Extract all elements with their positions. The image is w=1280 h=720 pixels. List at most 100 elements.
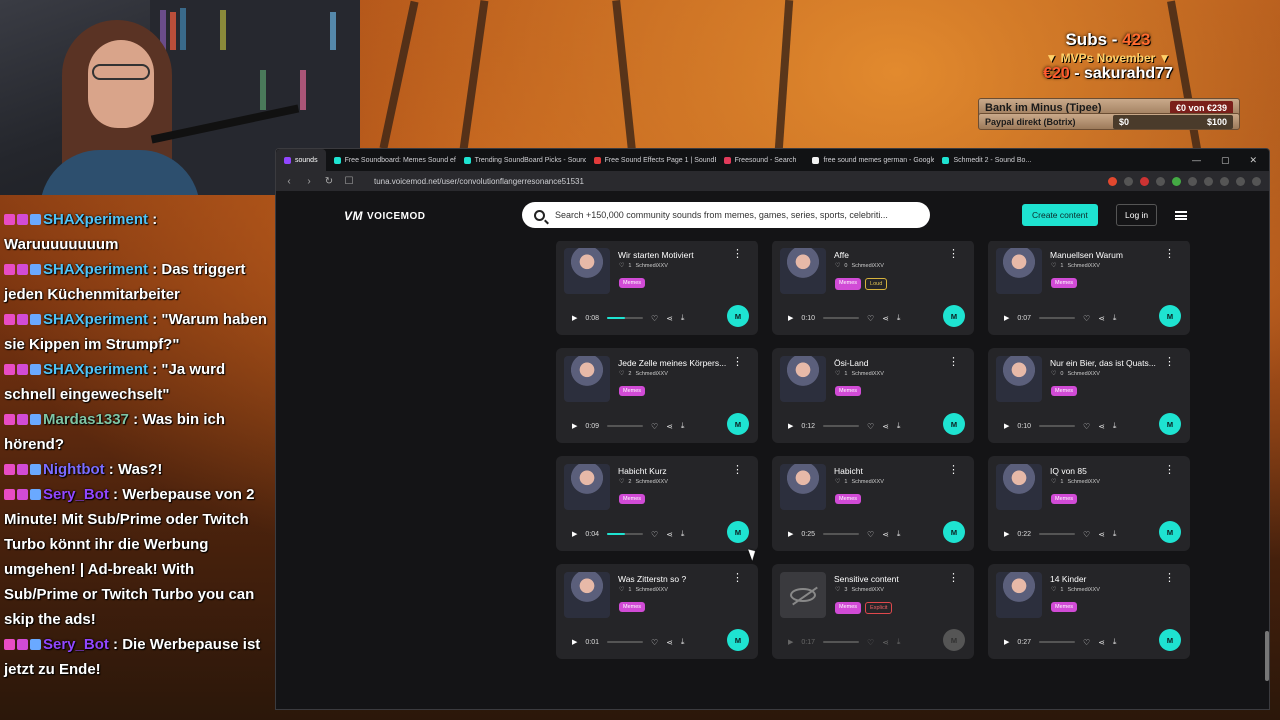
play-icon[interactable]: ▶ [572, 314, 577, 322]
more-options-icon[interactable]: ⋮ [1164, 357, 1175, 368]
sound-thumbnail[interactable] [564, 356, 610, 402]
share-icon[interactable]: ⋖ [882, 422, 889, 431]
tag-badge[interactable]: Explicit [865, 602, 893, 614]
more-options-icon[interactable]: ⋮ [948, 465, 959, 476]
chat-username[interactable]: SHAXperiment [43, 311, 148, 328]
heart-icon[interactable]: ♡ [1083, 638, 1090, 647]
sound-thumbnail[interactable] [780, 356, 826, 402]
browser-tab[interactable]: Trending SoundBoard Picks - SoundB [456, 149, 586, 171]
more-options-icon[interactable]: ⋮ [1164, 465, 1175, 476]
browser-tab[interactable]: Free Sound Effects Page 1 | SoundBi [586, 149, 716, 171]
sound-thumbnail[interactable] [564, 572, 610, 618]
author-name[interactable]: SchmediXXV [635, 479, 667, 485]
extension-icon[interactable] [1172, 176, 1181, 186]
extension-icon[interactable] [1236, 176, 1245, 186]
sound-thumbnail[interactable] [996, 464, 1042, 510]
play-on-voicemod-button[interactable]: ᴍ [943, 413, 965, 435]
sound-title[interactable]: IQ von 85 [1050, 466, 1162, 476]
chat-username[interactable]: SHAXperiment [43, 361, 148, 378]
sound-thumbnail[interactable] [996, 248, 1042, 294]
tag-badge[interactable]: Memes [619, 494, 646, 504]
chat-username[interactable]: SHAXperiment [43, 211, 148, 228]
download-icon[interactable]: ⤓ [1113, 637, 1117, 647]
progress-track[interactable] [607, 533, 644, 535]
tag-badge[interactable]: Loud [865, 278, 888, 290]
minimize-icon[interactable]: — [1192, 155, 1201, 166]
sound-card[interactable]: Habicht ♡ 1 SchmediXXV Memes ⋮ ▶ 0:25 ♡ ⋖ ⤓ ᴍ [772, 456, 974, 551]
download-icon[interactable]: ⤓ [681, 421, 685, 431]
sound-thumbnail[interactable] [996, 356, 1042, 402]
sound-thumbnail[interactable] [996, 572, 1042, 618]
bookmark-icon[interactable]: ☐ [344, 176, 354, 187]
play-on-voicemod-button[interactable]: ᴍ [943, 521, 965, 543]
more-options-icon[interactable]: ⋮ [948, 357, 959, 368]
voicemod-logo[interactable]: VM VOICEMOD [344, 209, 425, 223]
share-icon[interactable]: ⋖ [882, 314, 889, 323]
author-name[interactable]: SchmediXXV [851, 263, 883, 269]
tag-badge[interactable]: Memes [835, 602, 862, 614]
extension-icon[interactable] [1204, 176, 1213, 186]
share-icon[interactable]: ⋖ [666, 530, 673, 539]
menu-icon[interactable] [1175, 211, 1187, 220]
heart-icon[interactable]: ♡ [1083, 530, 1090, 539]
author-name[interactable]: SchmediXXV [1067, 479, 1099, 485]
play-on-voicemod-button[interactable]: ᴍ [727, 413, 749, 435]
progress-track[interactable] [823, 317, 860, 319]
download-icon[interactable]: ⤓ [681, 529, 685, 539]
browser-tab[interactable]: Freesound - Search [716, 149, 805, 171]
progress-track[interactable] [1039, 425, 1076, 427]
sound-thumbnail[interactable] [780, 248, 826, 294]
extension-icon[interactable] [1220, 176, 1229, 186]
browser-tab[interactable]: Schmedit 2 - Sound Bo... [934, 149, 1039, 171]
sound-thumbnail[interactable] [564, 248, 610, 294]
sound-title[interactable]: Ösi-Land [834, 358, 946, 368]
back-icon[interactable]: ‹ [284, 176, 294, 187]
play-icon[interactable]: ▶ [788, 530, 793, 538]
tag-badge[interactable]: Memes [1051, 386, 1078, 396]
heart-icon[interactable]: ♡ [651, 530, 658, 539]
sound-title[interactable]: Nur ein Bier, das ist Quats... [1050, 358, 1162, 368]
share-icon[interactable]: ⋖ [882, 530, 889, 539]
play-icon[interactable]: ▶ [572, 638, 577, 646]
progress-track[interactable] [607, 641, 644, 643]
search-input[interactable] [555, 210, 915, 220]
download-icon[interactable]: ⤓ [681, 637, 685, 647]
sound-title[interactable]: Affe [834, 250, 946, 260]
extension-icon[interactable] [1156, 176, 1165, 186]
share-icon[interactable]: ⋖ [1098, 314, 1105, 323]
more-options-icon[interactable]: ⋮ [948, 573, 959, 584]
heart-icon[interactable]: ♡ [867, 314, 874, 323]
download-icon[interactable]: ⤓ [681, 313, 685, 323]
progress-track[interactable] [823, 641, 860, 643]
play-icon[interactable]: ▶ [1004, 314, 1009, 322]
maximize-icon[interactable]: ▢ [1221, 155, 1230, 166]
forward-icon[interactable]: › [304, 176, 314, 187]
sound-card[interactable]: Sensitive content ♡ 3 SchmediXXV Memes Explic… [772, 564, 974, 659]
browser-tab[interactable]: free sound memes german - Google [804, 149, 934, 171]
play-icon[interactable]: ▶ [572, 422, 577, 430]
sound-card[interactable]: Wir starten Motiviert ♡ 1 SchmediXXV Memes ⋮ ▶… [556, 240, 758, 335]
tag-badge[interactable]: Memes [1051, 602, 1078, 612]
download-icon[interactable]: ⤓ [1113, 529, 1117, 539]
scrollbar[interactable] [1265, 631, 1269, 681]
progress-track[interactable] [823, 425, 860, 427]
sound-card[interactable]: 14 Kinder ♡ 1 SchmediXXV Memes ⋮ ▶ 0:27 ♡ ⋖ ⤓ ᴍ [988, 564, 1190, 659]
tag-badge[interactable]: Memes [619, 278, 646, 288]
sound-thumbnail[interactable] [564, 464, 610, 510]
heart-icon[interactable]: ♡ [651, 422, 658, 431]
play-on-voicemod-button[interactable]: ᴍ [943, 629, 965, 651]
play-on-voicemod-button[interactable]: ᴍ [1159, 629, 1181, 651]
tag-badge[interactable]: Memes [1051, 278, 1078, 288]
sound-card[interactable]: Habicht Kurz ♡ 2 SchmediXXV Memes ⋮ ▶ 0:04 ♡ ⋖ ⤓ ᴍ [556, 456, 758, 551]
heart-icon[interactable]: ♡ [651, 638, 658, 647]
login-button[interactable]: Log in [1116, 204, 1158, 226]
sound-title[interactable]: Was Zitterstn so ? [618, 574, 730, 584]
sound-card[interactable]: Ösi-Land ♡ 1 SchmediXXV Memes ⋮ ▶ 0:12 ♡ ⋖ ⤓ ᴍ [772, 348, 974, 443]
download-icon[interactable]: ⤓ [1113, 421, 1117, 431]
sound-title[interactable]: Habicht Kurz [618, 466, 730, 476]
progress-track[interactable] [1039, 533, 1076, 535]
play-icon[interactable]: ▶ [572, 530, 577, 538]
reload-icon[interactable]: ↻ [324, 176, 334, 187]
progress-track[interactable] [823, 533, 860, 535]
url-field[interactable]: tuna.voicemod.net/user/convolutionflange… [374, 177, 584, 186]
